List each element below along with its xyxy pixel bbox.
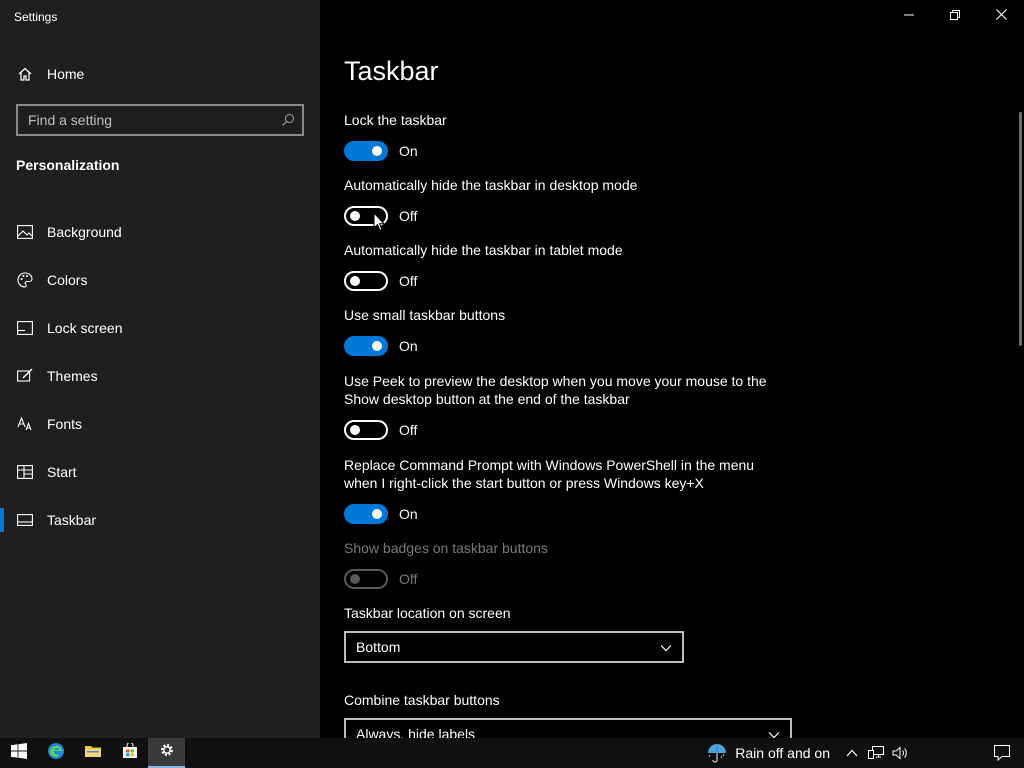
toggle-state: On bbox=[399, 506, 418, 522]
setting-label: Lock the taskbar bbox=[344, 112, 447, 128]
mouse-cursor-icon bbox=[373, 211, 386, 237]
edge-button[interactable] bbox=[37, 738, 74, 768]
search-icon[interactable] bbox=[274, 113, 302, 127]
section-title: Personalization bbox=[16, 157, 120, 173]
peek-toggle[interactable] bbox=[344, 420, 388, 440]
store-icon bbox=[122, 741, 138, 764]
setting-label: Taskbar location on screen bbox=[344, 605, 511, 621]
windows-logo-icon bbox=[10, 742, 27, 764]
sidebar-item-label: Taskbar bbox=[47, 512, 97, 528]
weather-icon[interactable] bbox=[705, 738, 729, 768]
setting-autohide-desktop: Automatically hide the taskbar in deskto… bbox=[344, 176, 637, 227]
sidebar-item-label: Lock screen bbox=[47, 320, 123, 336]
setting-label-line2: Show desktop button at the end of the ta… bbox=[344, 391, 630, 407]
sidebar-item-label: Start bbox=[47, 464, 77, 480]
toggle-state: On bbox=[399, 143, 418, 159]
start-icon bbox=[16, 463, 34, 481]
restore-button[interactable] bbox=[932, 0, 978, 32]
sidebar-item-fonts[interactable]: Fonts bbox=[0, 400, 320, 448]
close-button[interactable] bbox=[978, 0, 1024, 32]
toggle-state: Off bbox=[399, 208, 418, 224]
action-center-icon[interactable] bbox=[980, 738, 1024, 768]
scrollbar[interactable] bbox=[1019, 112, 1022, 346]
autohide-tablet-toggle[interactable] bbox=[344, 271, 388, 291]
page-title: Taskbar bbox=[344, 56, 439, 86]
gear-icon bbox=[159, 742, 175, 763]
start-button[interactable] bbox=[0, 738, 37, 768]
home-icon bbox=[16, 65, 34, 83]
minimize-button[interactable] bbox=[886, 0, 932, 32]
home-label: Home bbox=[47, 66, 85, 82]
sidebar-item-label: Background bbox=[47, 224, 122, 240]
font-icon bbox=[16, 415, 34, 433]
sidebar: Settings Home Personalization Background… bbox=[0, 0, 320, 738]
network-icon[interactable] bbox=[864, 738, 888, 768]
small-buttons-toggle[interactable] bbox=[344, 336, 388, 356]
sidebar-item-label: Colors bbox=[47, 272, 88, 288]
setting-label: Automatically hide the taskbar in tablet… bbox=[344, 242, 623, 258]
volume-icon[interactable] bbox=[888, 738, 912, 768]
sidebar-nav: Background Colors Lock screen Themes Fon… bbox=[0, 208, 320, 544]
home-nav-item[interactable]: Home bbox=[16, 62, 84, 86]
setting-autohide-tablet: Automatically hide the taskbar in tablet… bbox=[344, 241, 623, 292]
setting-lock-taskbar: Lock the taskbar On bbox=[344, 111, 447, 162]
sidebar-item-start[interactable]: Start bbox=[0, 448, 320, 496]
file-explorer-button[interactable] bbox=[74, 738, 111, 768]
sidebar-item-colors[interactable]: Colors bbox=[0, 256, 320, 304]
setting-location: Taskbar location on screen Bottom bbox=[344, 604, 684, 663]
brush-icon bbox=[16, 367, 34, 385]
toggle-state: Off bbox=[399, 273, 418, 289]
setting-label-line2: when I right-click the start button or p… bbox=[344, 475, 704, 491]
setting-small-buttons: Use small taskbar buttons On bbox=[344, 306, 505, 357]
setting-label: Combine taskbar buttons bbox=[344, 692, 500, 708]
dropdown-value: Bottom bbox=[356, 639, 401, 655]
search-input[interactable] bbox=[18, 112, 274, 128]
sidebar-item-lock-screen[interactable]: Lock screen bbox=[0, 304, 320, 352]
search-box[interactable] bbox=[16, 104, 304, 136]
lock-screen-icon bbox=[16, 319, 34, 337]
settings-taskbar-button[interactable] bbox=[148, 738, 185, 768]
folder-icon bbox=[84, 743, 102, 764]
setting-label: Automatically hide the taskbar in deskto… bbox=[344, 177, 638, 193]
minimize-icon bbox=[904, 7, 914, 25]
toggle-state: On bbox=[399, 338, 418, 354]
main-content: Taskbar Lock the taskbar On Automaticall… bbox=[320, 0, 1024, 750]
chevron-up-icon[interactable] bbox=[840, 738, 864, 768]
picture-icon bbox=[16, 223, 34, 241]
chevron-down-icon bbox=[660, 639, 672, 655]
app-title: Settings bbox=[14, 10, 58, 24]
toggle-state: Off bbox=[399, 422, 418, 438]
setting-badges: Show badges on taskbar buttons Off bbox=[344, 539, 548, 590]
setting-peek: Use Peek to preview the desktop when you… bbox=[344, 372, 767, 441]
powershell-toggle[interactable] bbox=[344, 504, 388, 524]
taskbar-icon bbox=[16, 511, 34, 529]
palette-icon bbox=[16, 271, 34, 289]
store-button[interactable] bbox=[111, 738, 148, 768]
system-tray: Rain off and on bbox=[705, 738, 1024, 768]
sidebar-item-label: Fonts bbox=[47, 416, 83, 432]
sidebar-item-background[interactable]: Background bbox=[0, 208, 320, 256]
badges-toggle bbox=[344, 569, 388, 589]
sidebar-item-label: Themes bbox=[47, 368, 98, 384]
weather-text[interactable]: Rain off and on bbox=[735, 745, 830, 761]
setting-label: Use small taskbar buttons bbox=[344, 307, 506, 323]
lock-taskbar-toggle[interactable] bbox=[344, 141, 388, 161]
setting-powershell: Replace Command Prompt with Windows Powe… bbox=[344, 456, 754, 525]
toggle-state: Off bbox=[399, 571, 418, 587]
edge-icon bbox=[47, 742, 65, 765]
setting-label-line1: Replace Command Prompt with Windows Powe… bbox=[344, 457, 755, 473]
location-dropdown[interactable]: Bottom bbox=[344, 631, 684, 663]
sidebar-item-taskbar[interactable]: Taskbar bbox=[0, 496, 320, 544]
setting-label-line1: Use Peek to preview the desktop when you… bbox=[344, 373, 767, 389]
windows-taskbar: Rain off and on bbox=[0, 738, 1024, 768]
sidebar-item-themes[interactable]: Themes bbox=[0, 352, 320, 400]
restore-icon bbox=[950, 7, 960, 25]
setting-label: Show badges on taskbar buttons bbox=[344, 540, 548, 556]
close-icon bbox=[995, 7, 1007, 25]
